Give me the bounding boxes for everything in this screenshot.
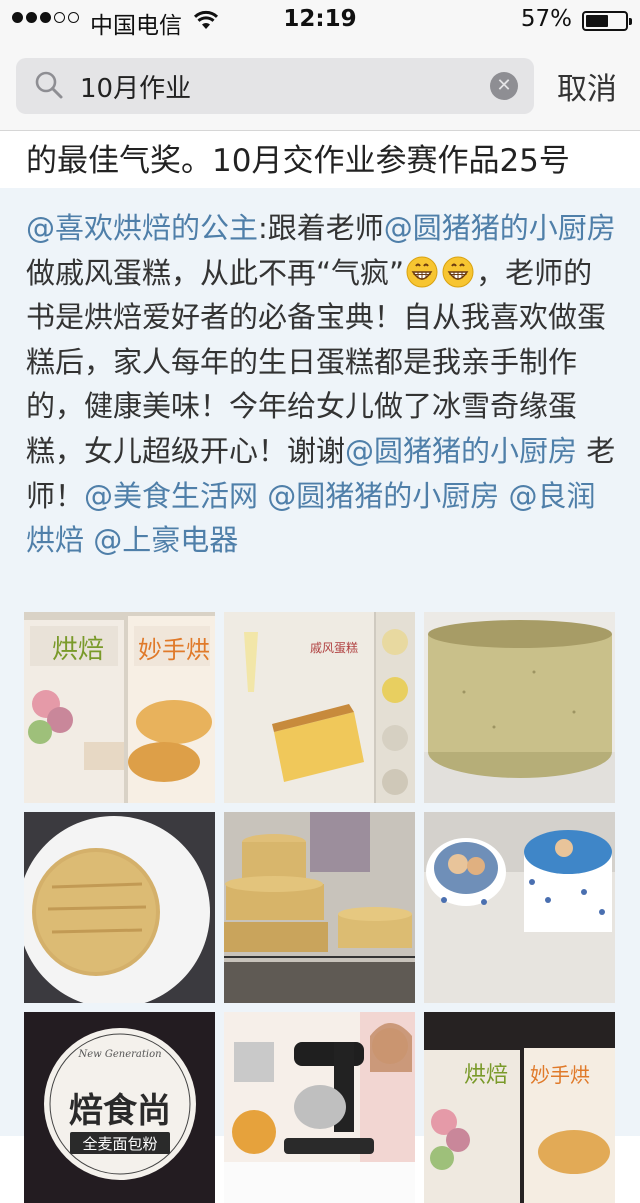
cancel-button[interactable]: 取消: [557, 64, 617, 108]
photo-stacked-cakes-on-rack[interactable]: [224, 812, 415, 1003]
post-text-segment: [258, 479, 267, 513]
post-text: @喜欢烘焙的公主:跟着老师@圆猪猪的小厨房 做戚风蛋糕，从此不再“气疯” ，老师的…: [26, 206, 616, 563]
svg-text:New Generation: New Generation: [77, 1049, 161, 1060]
battery-icon: [582, 11, 632, 31]
svg-text:烘焙: 烘焙: [52, 635, 104, 665]
user-mention-link[interactable]: @圆猪猪的小厨房: [267, 479, 499, 513]
photo-baking-book-covers-2[interactable]: 烘焙 妙手烘: [424, 1012, 615, 1203]
user-mention-link[interactable]: @圆猪猪的小厨房: [384, 211, 616, 245]
clear-search-icon[interactable]: ✕: [490, 72, 518, 100]
photo-chiffon-cake-closeup[interactable]: [424, 612, 615, 803]
photo-stand-mixer-ad[interactable]: [224, 1012, 415, 1203]
user-mention-link[interactable]: @喜欢烘焙的公主: [26, 211, 258, 245]
svg-text:烘焙: 烘焙: [464, 1063, 508, 1088]
previous-result-item[interactable]: 的最佳气奖。10月交作业参赛作品25号: [0, 131, 640, 187]
post-text-segment: 做戚风蛋糕，从此不再“气疯”: [26, 255, 405, 290]
svg-text:戚风蛋糕: 戚风蛋糕: [310, 641, 358, 655]
status-bar: 中国电信 12:19 57%: [0, 0, 640, 40]
post-text-segment: :跟着老师: [258, 211, 384, 245]
user-mention-link[interactable]: @圆猪猪的小厨房: [345, 434, 577, 468]
search-header: ✕ 取消: [0, 40, 640, 131]
user-mention-link[interactable]: @美食生活网: [84, 479, 258, 513]
photo-bread-flour-logo[interactable]: New Generation 焙食尚全麦面包粉: [24, 1012, 215, 1203]
search-icon: [34, 70, 64, 104]
grin-emoji-icon: [442, 256, 474, 288]
battery-percent: 57%: [520, 6, 572, 32]
svg-text:焙食尚: 焙食尚: [69, 1091, 171, 1131]
search-input[interactable]: [80, 69, 480, 103]
svg-text:妙手烘: 妙手烘: [530, 1063, 590, 1087]
photo-chiffon-recipe-page[interactable]: 戚风蛋糕: [224, 612, 415, 803]
photo-cake-on-plate[interactable]: [24, 812, 215, 1003]
post-text-segment: [84, 523, 93, 557]
search-box[interactable]: ✕: [16, 58, 534, 114]
grin-emoji-icon: [406, 256, 438, 288]
svg-text:妙手烘: 妙手烘: [138, 636, 210, 664]
photo-frozen-themed-cakes[interactable]: [424, 812, 615, 1003]
photo-baking-book-covers[interactable]: 烘焙 妙手烘: [24, 612, 215, 803]
search-result-card[interactable]: @喜欢烘焙的公主:跟着老师@圆猪猪的小厨房 做戚风蛋糕，从此不再“气疯” ，老师的…: [0, 188, 640, 1203]
svg-text:全麦面包粉: 全麦面包粉: [82, 1135, 157, 1153]
previous-result-text: 的最佳气奖。10月交作业参赛作品25号: [26, 143, 570, 179]
user-mention-link[interactable]: @上豪电器: [93, 523, 238, 557]
